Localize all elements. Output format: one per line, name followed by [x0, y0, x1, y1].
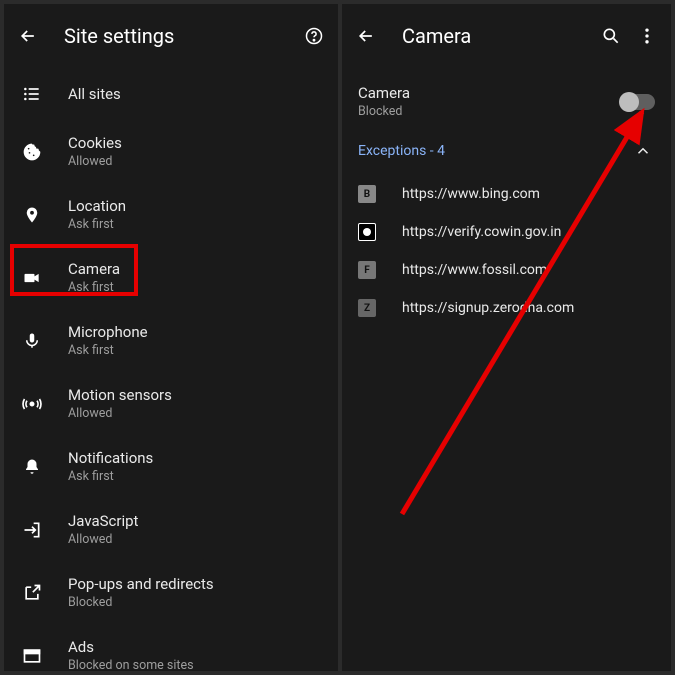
- page-title: Site settings: [64, 24, 290, 48]
- camera-settings-screen: Camera Camera Blocked Exceptions - 4: [342, 4, 671, 671]
- exceptions-header[interactable]: Exceptions - 4: [342, 127, 671, 175]
- sidebar-item-notifications[interactable]: Notifications Ask first: [4, 435, 338, 498]
- favicon-icon: [358, 223, 376, 241]
- sidebar-item-popups[interactable]: Pop-ups and redirects Blocked: [4, 561, 338, 624]
- camera-toggle[interactable]: [621, 94, 655, 110]
- microphone-icon: [20, 329, 44, 353]
- item-sub: Ask first: [68, 343, 148, 358]
- site-url: https://www.bing.com: [402, 186, 540, 202]
- item-label: Microphone: [68, 323, 148, 341]
- more-icon[interactable]: [635, 24, 659, 48]
- favicon-icon: Z: [358, 299, 376, 317]
- back-icon[interactable]: [16, 24, 40, 48]
- item-sub: Allowed: [68, 406, 172, 421]
- item-label: Cookies: [68, 134, 122, 152]
- sidebar-item-all-sites[interactable]: All sites: [4, 68, 338, 120]
- sidebar-item-ads[interactable]: Ads Blocked on some sites: [4, 624, 338, 671]
- cookie-icon: [20, 140, 44, 164]
- item-sub: Blocked: [68, 595, 214, 610]
- list-icon: [20, 82, 44, 106]
- topbar: Camera: [342, 4, 671, 68]
- site-url: https://www.fossil.com: [402, 262, 547, 278]
- exception-site[interactable]: Z https://signup.zerodha.com: [342, 289, 671, 327]
- sidebar-item-camera[interactable]: Camera Ask first: [4, 246, 338, 309]
- item-sub: Allowed: [68, 532, 138, 547]
- favicon-icon: B: [358, 185, 376, 203]
- sidebar-item-microphone[interactable]: Microphone Ask first: [4, 309, 338, 372]
- back-icon[interactable]: [354, 24, 378, 48]
- site-url: https://verify.cowin.gov.in: [402, 224, 561, 240]
- item-label: Pop-ups and redirects: [68, 575, 214, 593]
- sidebar-item-motion-sensors[interactable]: Motion sensors Allowed: [4, 372, 338, 435]
- sidebar-item-cookies[interactable]: Cookies Allowed: [4, 120, 338, 183]
- site-url: https://signup.zerodha.com: [402, 300, 574, 316]
- exception-site[interactable]: https://verify.cowin.gov.in: [342, 213, 671, 251]
- item-sub: Ask first: [68, 217, 126, 232]
- bell-icon: [20, 455, 44, 479]
- item-label: JavaScript: [68, 512, 138, 530]
- exit-icon: [20, 518, 44, 542]
- exception-site[interactable]: B https://www.bing.com: [342, 175, 671, 213]
- ads-icon: [20, 644, 44, 668]
- item-label: Notifications: [68, 449, 153, 467]
- item-label: Camera: [68, 260, 120, 278]
- sidebar-item-javascript[interactable]: JavaScript Allowed: [4, 498, 338, 561]
- item-label: All sites: [68, 85, 121, 103]
- camera-toggle-row[interactable]: Camera Blocked: [342, 68, 671, 127]
- item-sub: Ask first: [68, 469, 153, 484]
- search-icon[interactable]: [599, 24, 623, 48]
- item-label: Ads: [68, 638, 194, 656]
- topbar: Site settings: [4, 4, 338, 68]
- item-sub: Ask first: [68, 280, 120, 295]
- page-title: Camera: [402, 24, 587, 48]
- toggle-label: Camera: [358, 84, 410, 102]
- location-icon: [20, 203, 44, 227]
- item-label: Location: [68, 197, 126, 215]
- item-sub: Allowed: [68, 154, 122, 169]
- sidebar-item-location[interactable]: Location Ask first: [4, 183, 338, 246]
- toggle-sub: Blocked: [358, 104, 410, 119]
- launch-icon: [20, 581, 44, 605]
- chevron-up-icon: [631, 139, 655, 163]
- help-icon[interactable]: [302, 24, 326, 48]
- motion-icon: [20, 392, 44, 416]
- exceptions-label: Exceptions - 4: [358, 143, 445, 159]
- item-label: Motion sensors: [68, 386, 172, 404]
- exception-site[interactable]: F https://www.fossil.com: [342, 251, 671, 289]
- camera-icon: [20, 266, 44, 290]
- site-settings-screen: Site settings All sites Cookies Allowed L…: [4, 4, 338, 671]
- item-sub: Blocked on some sites: [68, 658, 194, 671]
- favicon-icon: F: [358, 261, 376, 279]
